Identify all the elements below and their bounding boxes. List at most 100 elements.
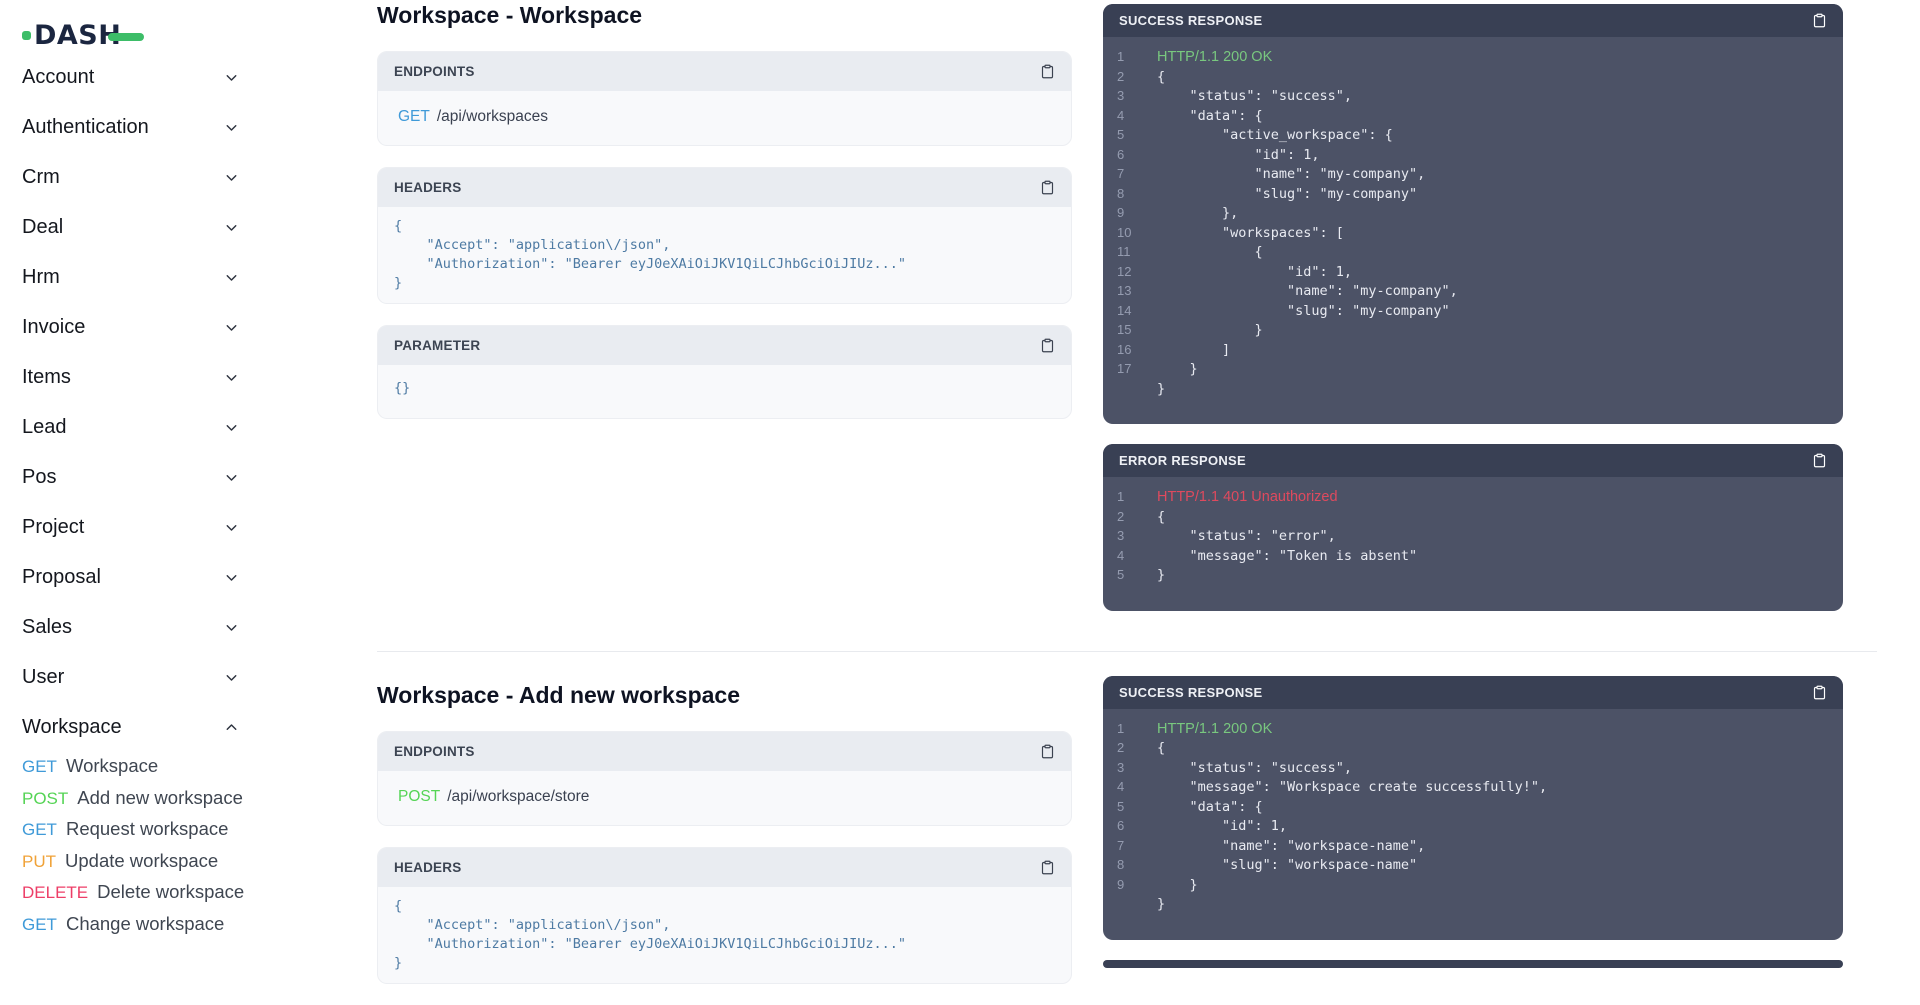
line-number: 15	[1117, 322, 1143, 337]
chevron-down-icon	[223, 369, 240, 386]
sidebar-endpoint-item[interactable]: DELETE Delete workspace	[22, 881, 310, 913]
line-number: 17	[1117, 361, 1143, 376]
chevron-down-icon	[223, 119, 240, 136]
line-text: HTTP/1.1 200 OK	[1157, 49, 1272, 65]
endpoint-line: GET/api/workspaces	[378, 91, 1071, 145]
line-text: "status": "error",	[1157, 528, 1336, 544]
sidebar-item-user[interactable]: User	[22, 652, 240, 702]
sidebar-item-invoice[interactable]: Invoice	[22, 302, 240, 352]
sidebar-item-deal[interactable]: Deal	[22, 202, 240, 252]
json-snippet: { "Accept": "application\/json", "Author…	[394, 217, 1055, 293]
sidebar-item-pos[interactable]: Pos	[22, 452, 240, 502]
line-number: 1	[1117, 49, 1143, 64]
sidebar-category-label: Deal	[22, 216, 63, 239]
response-code: 1 HTTP/1.1 200 OK 2 { 3 "status": "succe…	[1103, 709, 1843, 940]
line-text: }	[1157, 381, 1165, 397]
request-column: Workspace - Add new workspace ENDPOINTS …	[377, 672, 1072, 1005]
sidebar-endpoint-item[interactable]: GET Workspace	[22, 755, 310, 787]
sidebar-endpoint-label: Change workspace	[66, 913, 224, 935]
line-text: {	[1157, 244, 1263, 260]
chevron-down-icon	[223, 519, 240, 536]
clipboard-icon	[1040, 63, 1055, 80]
line-number: 5	[1117, 567, 1143, 582]
sidebar-endpoint-item[interactable]: GET Change workspace	[22, 913, 310, 945]
sidebar-item-authentication[interactable]: Authentication	[22, 102, 240, 152]
sidebar-endpoint-label: Update workspace	[65, 850, 218, 872]
clipboard-icon	[1812, 452, 1827, 469]
response-panel: ERROR RESPONSE	[1103, 960, 1843, 968]
sidebar-item-items[interactable]: Items	[22, 352, 240, 402]
code-line: 3 "status": "success",	[1117, 88, 1827, 108]
copy-button[interactable]	[1812, 452, 1827, 469]
line-text: "slug": "my-company"	[1157, 303, 1450, 319]
line-text: }	[1157, 877, 1198, 893]
copy-button[interactable]	[1040, 337, 1055, 354]
sidebar-item-hrm[interactable]: Hrm	[22, 252, 240, 302]
copy-button[interactable]	[1040, 63, 1055, 80]
chevron-down-icon	[223, 319, 240, 336]
http-method-badge: DELETE	[22, 883, 88, 903]
chevron-down-icon	[223, 469, 240, 486]
response-code: 1 HTTP/1.1 401 Unauthorized 2 { 3 "statu…	[1103, 477, 1843, 611]
request-column: Workspace - Workspace ENDPOINTS GET/api/…	[377, 0, 1072, 440]
chevron-down-icon	[223, 219, 240, 236]
sidebar-item-project[interactable]: Project	[22, 502, 240, 552]
logo[interactable]: DASH	[22, 20, 144, 50]
chevron-down-icon	[223, 69, 240, 86]
sidebar-category-label: Account	[22, 66, 94, 89]
line-text: "name": "my-company",	[1157, 283, 1458, 299]
workspace-submenu: GET Workspace POST Add new workspace GET…	[22, 755, 310, 944]
endpoints-card: ENDPOINTS POST/api/workspace/store	[377, 731, 1072, 826]
copy-button[interactable]	[1812, 684, 1827, 701]
line-number: 5	[1117, 799, 1143, 814]
logo-dot-icon	[22, 31, 31, 40]
line-number: 3	[1117, 760, 1143, 775]
sidebar-item-proposal[interactable]: Proposal	[22, 552, 240, 602]
line-text: ]	[1157, 342, 1230, 358]
logo-dash-icon	[108, 33, 144, 41]
chevron-down-icon	[223, 569, 240, 586]
line-text: "workspaces": [	[1157, 225, 1344, 241]
line-number: 12	[1117, 264, 1143, 279]
line-number: 4	[1117, 548, 1143, 563]
line-text: "data": {	[1157, 799, 1263, 815]
line-text: "name": "workspace-name",	[1157, 838, 1425, 854]
sidebar-item-account[interactable]: Account	[22, 52, 240, 102]
copy-button[interactable]	[1040, 179, 1055, 196]
response-code: 1 HTTP/1.1 200 OK 2 { 3 "status": "succe…	[1103, 37, 1843, 424]
code-line: 7 "name": "my-company",	[1117, 166, 1827, 186]
line-number: 6	[1117, 147, 1143, 162]
panel-header: ERROR RESPONSE	[1103, 960, 1843, 968]
line-number: 5	[1117, 127, 1143, 142]
sidebar-item-sales[interactable]: Sales	[22, 602, 240, 652]
sidebar-item-lead[interactable]: Lead	[22, 402, 240, 452]
sidebar-category-label: Sales	[22, 616, 72, 639]
code-line: 5 }	[1117, 567, 1827, 587]
code-line: 1 HTTP/1.1 401 Unauthorized	[1117, 489, 1827, 509]
sidebar-item-crm[interactable]: Crm	[22, 152, 240, 202]
endpoint-method: GET	[398, 108, 430, 125]
line-text: "id": 1,	[1157, 818, 1287, 834]
card-title: HEADERS	[394, 860, 461, 875]
sidebar-endpoint-item[interactable]: PUT Update workspace	[22, 850, 310, 882]
panel-title: SUCCESS RESPONSE	[1119, 13, 1263, 28]
sidebar-endpoint-item[interactable]: GET Request workspace	[22, 818, 310, 850]
code-line: 4 "message": "Workspace create successfu…	[1117, 779, 1827, 799]
line-number: 9	[1117, 205, 1143, 220]
sidebar-item-workspace[interactable]: Workspace	[22, 702, 240, 752]
sidebar-category-label: User	[22, 666, 64, 689]
response-column: SUCCESS RESPONSE 1 HTTP/1.1 200 OK 2 { 3…	[1103, 0, 1843, 631]
code-body: {}	[378, 365, 1071, 418]
card-header: ENDPOINTS	[378, 52, 1071, 91]
line-number: 7	[1117, 838, 1143, 853]
sidebar-endpoint-item[interactable]: POST Add new workspace	[22, 787, 310, 819]
card-title: ENDPOINTS	[394, 64, 475, 79]
copy-button[interactable]	[1040, 743, 1055, 760]
card-header: ENDPOINTS	[378, 732, 1071, 771]
line-number: 4	[1117, 779, 1143, 794]
copy-button[interactable]	[1040, 859, 1055, 876]
card-title: ENDPOINTS	[394, 744, 475, 759]
endpoint-path: /api/workspace/store	[447, 788, 589, 805]
code-line: 4 "message": "Token is absent"	[1117, 548, 1827, 568]
copy-button[interactable]	[1812, 12, 1827, 29]
